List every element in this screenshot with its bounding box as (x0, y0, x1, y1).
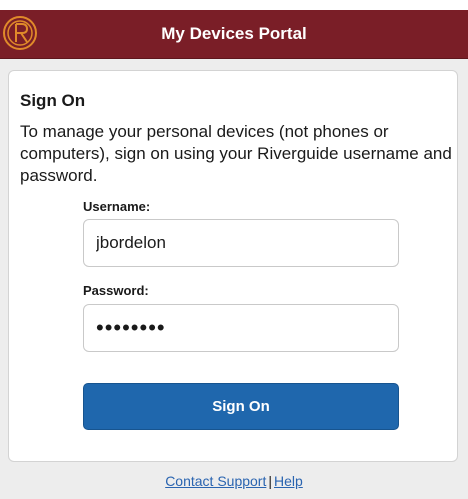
signon-description: To manage your personal devices (not pho… (20, 122, 452, 185)
footer-links: Contact Support | Help (0, 473, 468, 489)
footer-separator: | (268, 473, 272, 489)
signon-card: Sign On To manage your personal devices … (8, 70, 458, 462)
username-label: Username: (83, 199, 151, 214)
help-link[interactable]: Help (274, 473, 303, 489)
username-input[interactable] (83, 219, 399, 267)
page-title: My Devices Portal (161, 24, 307, 43)
password-label: Password: (83, 283, 149, 298)
signon-button[interactable]: Sign On (83, 383, 399, 430)
signon-title: Sign On (20, 91, 86, 110)
portal-header: My Devices Portal (0, 10, 468, 59)
top-strip (0, 0, 468, 10)
contact-support-link[interactable]: Contact Support (165, 473, 266, 489)
password-input[interactable] (83, 304, 399, 352)
